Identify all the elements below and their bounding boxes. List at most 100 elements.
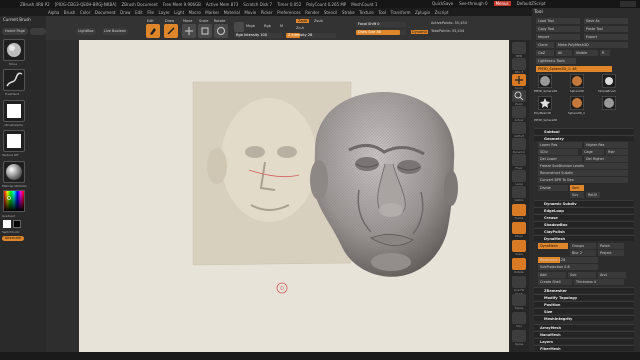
fibermesh-section[interactable]: FiberMesh [534,345,634,351]
freeze-subdiv-button[interactable]: Freeze SubDivision Levels [538,163,628,169]
scroll-button[interactable] [512,74,526,86]
suv-toggle[interactable]: Suv [570,192,584,198]
draw-size-slider[interactable]: Draw Size 88 [356,30,406,35]
menu-draw[interactable]: Draw [120,10,130,15]
scale-mode-button[interactable] [198,24,212,38]
copy-tool-button[interactable]: Copy Tool [536,26,580,32]
menu-material[interactable]: Material [224,10,240,15]
meshintegrity-section[interactable]: MeshIntegrity [534,315,634,321]
tool-thumb-sphere3d[interactable] [570,74,584,88]
goz-all-button[interactable]: All [556,50,572,56]
mrgb-button[interactable] [234,22,244,32]
tool-thumb-polymesh3d[interactable] [538,96,552,110]
edgeloop-section[interactable]: EdgeLoop [534,207,634,213]
dynamesh-button[interactable]: DynaMesh [538,243,568,249]
project-toggle[interactable]: Project [598,250,624,256]
sdiv-slider[interactable]: SDiv [538,149,578,155]
lightbox-button[interactable]: LightBox [76,28,96,35]
resolution-slider[interactable]: Resolution 128 [538,257,598,263]
zoom-button[interactable] [512,90,526,102]
menu-zplugin[interactable]: Zplugin [415,10,430,15]
paste-tool-button[interactable]: Paste Tool [584,26,628,32]
dynamic-toggle[interactable]: Dynamic [411,30,429,34]
window-controls[interactable] [620,1,636,7]
gizmo-button[interactable] [512,186,526,198]
bpr-button[interactable] [512,42,526,54]
claypolish-section[interactable]: ClayPolish [534,228,634,234]
subprojection-slider[interactable]: SubProjection 0.6 [538,264,598,270]
menu-movie[interactable]: Movie [244,10,256,15]
menu-tool[interactable]: Tool [378,10,386,15]
frame-button[interactable] [512,204,526,216]
rotate-mode-button[interactable] [214,24,228,38]
current-tool-slider[interactable]: PM3D_Sphere3D_1: 48 [536,66,612,72]
default-zscript-button[interactable]: DefaultZScript [517,1,546,6]
nanomesh-section[interactable]: NanoMesh [534,331,634,337]
reconstruct-subdiv-button[interactable]: Reconstruct Subdiv [538,170,628,176]
rgb-label[interactable]: Rgb [264,24,271,28]
menu-transform[interactable]: Transform [391,10,411,15]
and-button[interactable]: And [598,272,626,278]
menu-document[interactable]: Document [95,10,116,15]
tool-thumb-pm3d-sphere[interactable] [538,74,552,88]
dynamic-subdiv-section[interactable]: Dynamic Subdiv [534,200,634,206]
lower-res-button[interactable]: Lower Res [538,142,582,148]
menu-edit[interactable]: Edit [135,10,143,15]
goz-visible-button[interactable]: Visible [574,50,598,56]
focal-shift-slider[interactable]: Focal Shift 0 [356,22,406,27]
menu-file[interactable]: File [147,10,154,15]
brush-thumbnail[interactable] [3,39,25,61]
lightbox-button-left[interactable] [30,28,46,35]
menu-picker[interactable]: Picker [261,10,273,15]
zadd-toggle[interactable]: Zadd [296,19,309,23]
home-page-button[interactable]: Home Page [2,28,28,35]
menu-macro[interactable]: Macro [189,10,201,15]
edit-mode-button[interactable] [146,24,160,38]
goz-button[interactable]: GoZ [536,50,554,56]
cage-button[interactable]: Cage [582,149,604,155]
menu-stroke[interactable]: Stroke [342,10,355,15]
layers-section[interactable]: Layers [534,338,634,344]
rotate-view-button[interactable] [512,258,526,270]
del-higher-button[interactable]: Del Higher [584,156,628,162]
polish-toggle[interactable]: Polish [598,243,624,249]
transp-button[interactable] [512,294,526,306]
menu-marker[interactable]: Marker [205,10,219,15]
rstr-button[interactable]: Rstr [606,149,628,155]
clone-button[interactable]: Clone [536,42,554,48]
convert-bpr-button[interactable]: Convert BPR To Geo [538,177,628,183]
add-button[interactable]: Add [538,272,566,278]
menu-zscript[interactable]: Zscript [435,10,449,15]
color-picker[interactable] [3,190,25,212]
seethrough-slider[interactable]: See-through 0 [459,1,487,6]
del-lower-button[interactable]: Del Lower [538,156,582,162]
document-canvas[interactable] [79,40,509,352]
menu-layer[interactable]: Layer [159,10,170,15]
move-view-button[interactable] [512,222,526,234]
subtool-section[interactable]: Subtool [534,128,634,134]
xpose-button[interactable] [512,330,526,342]
position-section[interactable]: Position [534,301,634,307]
polyf-button[interactable] [512,276,526,288]
geometry-section[interactable]: Geometry [534,135,634,141]
aahalf-button[interactable] [512,122,526,134]
menu-color[interactable]: Color [80,10,90,15]
goz-r-button[interactable]: R [600,50,610,56]
alpha-thumbnail[interactable] [3,100,25,122]
reuv-toggle[interactable]: ReUV [586,192,600,198]
crease-section[interactable]: Crease [534,214,634,220]
groups-toggle[interactable]: Groups [570,243,596,249]
menu-texture[interactable]: Texture [359,10,374,15]
zsub-toggle[interactable]: Zsub [314,19,323,23]
draw-mode-button[interactable] [164,24,178,38]
rgb-intensity-slider[interactable]: Rgb Intensity 100 [234,33,282,38]
menu-preferences[interactable]: Preferences [277,10,301,15]
persp-button[interactable] [512,138,526,150]
alternate-button[interactable]: Alternate [2,236,24,241]
secondary-color-swatch[interactable] [13,220,21,228]
higher-res-button[interactable]: Higher Res [584,142,628,148]
texture-thumbnail[interactable] [3,130,25,152]
actual-button[interactable] [512,106,526,118]
switchcolor-button[interactable]: SwitchColor [2,230,20,234]
zcut-toggle[interactable]: Zcut [296,26,304,30]
